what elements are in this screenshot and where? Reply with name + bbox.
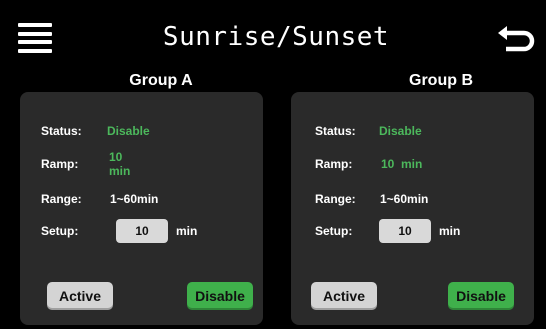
range-label: Range: — [41, 192, 82, 206]
active-button[interactable]: Active — [47, 282, 113, 310]
group-a-panel: Status: Disable Ramp: 10 min Range: 1~60… — [20, 92, 263, 325]
group-a-title: Group A — [129, 72, 193, 89]
ramp-value: 10 min — [109, 150, 131, 178]
ramp-value: 10 min — [381, 157, 423, 171]
range-label: Range: — [315, 192, 356, 206]
status-label: Status: — [315, 124, 356, 138]
return-arrow-icon[interactable] — [496, 24, 536, 54]
setup-input[interactable]: 10 — [379, 219, 431, 243]
setup-unit: min — [176, 224, 198, 238]
ramp-label: Ramp: — [315, 157, 353, 171]
range-value: 1~60min — [380, 192, 429, 206]
group-b-title: Group B — [409, 72, 473, 89]
status-label: Status: — [41, 124, 82, 138]
page-title: Sunrise/Sunset — [162, 22, 390, 52]
setup-unit: min — [439, 224, 461, 238]
status-value: Disable — [379, 124, 422, 138]
setup-input[interactable]: 10 — [116, 219, 168, 243]
range-value: 1~60min — [110, 192, 159, 206]
ramp-label: Ramp: — [41, 157, 79, 171]
setup-label: Setup: — [315, 224, 353, 238]
active-button[interactable]: Active — [311, 282, 377, 310]
disable-button[interactable]: Disable — [448, 282, 514, 310]
group-b-panel: Status: Disable Ramp: 10 min Range: 1~60… — [291, 92, 534, 325]
disable-button[interactable]: Disable — [187, 282, 253, 310]
status-value: Disable — [107, 124, 150, 138]
screen: Sunrise/Sunset Group A Status: Disable R… — [10, 8, 542, 326]
setup-label: Setup: — [41, 224, 79, 238]
